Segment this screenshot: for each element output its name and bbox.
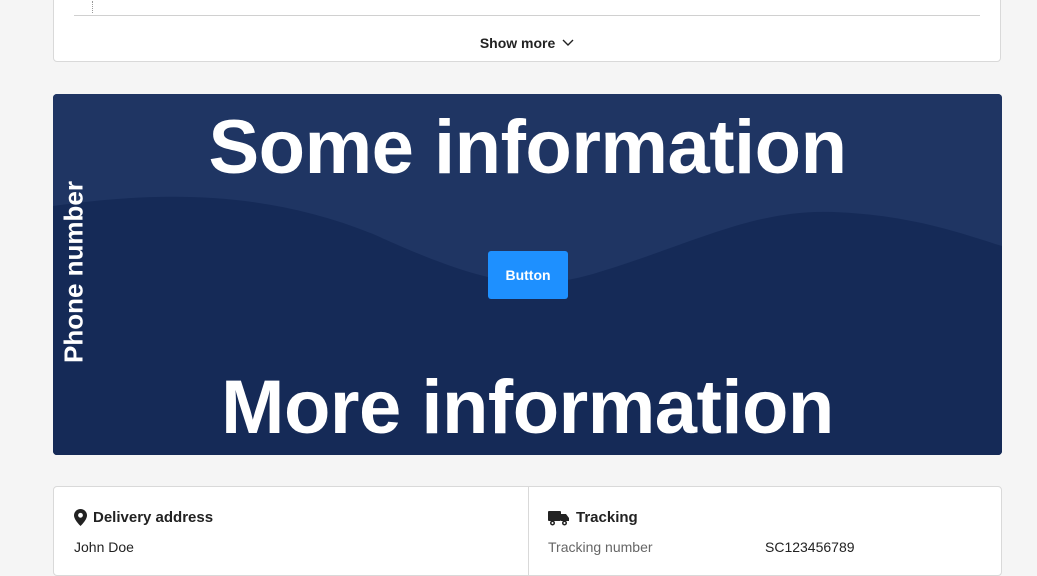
truck-icon: [548, 510, 569, 525]
show-more-button[interactable]: Show more: [54, 35, 1000, 51]
show-more-label: Show more: [479, 35, 556, 51]
headline-top: Some information: [208, 105, 847, 190]
chevron-down-icon: [562, 39, 574, 47]
phone-number-side-label: Phone number: [59, 173, 89, 371]
delivery-address-header: Delivery address: [74, 509, 213, 526]
phone-number-text: Phone number: [58, 180, 89, 364]
banner-button[interactable]: Button: [488, 251, 568, 299]
delivery-address-title: Delivery address: [93, 509, 214, 526]
column-divider: [528, 487, 529, 575]
hero-banner: Some information Phone number Button Mor…: [53, 94, 1002, 455]
tracking-header: Tracking: [548, 509, 638, 526]
delivery-name: John Doe: [74, 539, 134, 555]
drag-handle-dots: [92, 1, 95, 13]
tracking-number-label: Tracking number: [548, 539, 653, 555]
location-pin-icon: [74, 509, 87, 526]
tracking-number-value: SC123456789: [765, 539, 855, 555]
previous-card: Show more: [53, 0, 1001, 62]
card-divider: [74, 15, 980, 16]
headline-bottom: More information: [221, 365, 834, 450]
tracking-title: Tracking: [576, 509, 638, 526]
order-details-card: Delivery address John Doe Tracking Track…: [53, 486, 1002, 576]
